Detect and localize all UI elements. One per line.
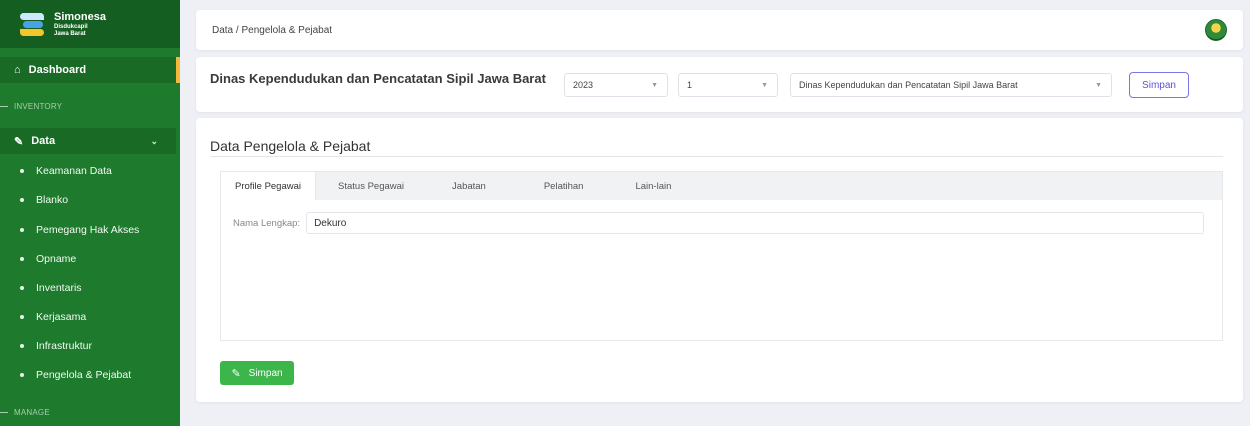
tab-status-pegawai[interactable]: Status Pegawai [324, 172, 418, 200]
sidebar-item-kerjasama[interactable]: Kerjasama [0, 306, 180, 328]
brand-logo-icon [20, 11, 46, 37]
brand[interactable]: Simonesa Disdukcapil Jawa Barat [0, 0, 180, 48]
agency-select[interactable]: Dinas Kependudukan dan Pencatatan Sipil … [790, 73, 1112, 97]
brand-subtitle-1: Disdukcapil [54, 23, 88, 30]
section-label-inventory: INVENTORY [0, 100, 62, 112]
sidebar-item-infrastruktur[interactable]: Infrastruktur [0, 335, 180, 357]
filter-save-button[interactable]: Simpan [1129, 72, 1189, 98]
bullet-icon [20, 169, 24, 173]
pencil-icon: ✎ [231, 367, 241, 380]
tab-lain-lain[interactable]: Lain-lain [621, 172, 685, 200]
section-label-manage: MANAGE [0, 406, 50, 418]
sidebar: Simonesa Disdukcapil Jawa Barat ⌂ Dashbo… [0, 0, 180, 426]
agency-title: Dinas Kependudukan dan Pencatatan Sipil … [210, 71, 546, 86]
tab-bar: Profile Pegawai Status Pegawai Jabatan P… [221, 172, 1222, 200]
save-button[interactable]: ✎ Simpan [220, 361, 294, 385]
sidebar-item-label: Dashboard [28, 64, 87, 76]
bullet-icon [20, 373, 24, 377]
sidebar-item-keamanan-data[interactable]: Keamanan Data [0, 160, 180, 182]
chevron-down-icon: ▼ [761, 82, 768, 89]
tab-container: Profile Pegawai Status Pegawai Jabatan P… [220, 171, 1223, 341]
bullet-icon [20, 257, 24, 261]
brand-subtitle-2: Jawa Barat [54, 30, 86, 37]
tab-jabatan[interactable]: Jabatan [438, 172, 500, 200]
tab-pelatihan[interactable]: Pelatihan [530, 172, 598, 200]
divider [210, 156, 1223, 157]
top-bar: Data / Pengelola & Pejabat [196, 10, 1243, 50]
chevron-down-icon: ⌄ [150, 135, 158, 146]
sidebar-item-label: Data [31, 135, 56, 147]
year-select[interactable]: 2023 ▼ [564, 73, 668, 97]
bullet-icon [20, 198, 24, 202]
active-indicator [176, 57, 180, 83]
content-card: Data Pengelola & Pejabat Profile Pegawai… [196, 118, 1243, 402]
chevron-down-icon: ▼ [1095, 82, 1102, 89]
nama-lengkap-label: Nama Lengkap: [233, 217, 301, 229]
period-select[interactable]: 1 ▼ [678, 73, 778, 97]
page-title: Data Pengelola & Pejabat [210, 138, 371, 154]
filter-bar: Dinas Kependudukan dan Pencatatan Sipil … [196, 57, 1243, 112]
chevron-down-icon: ▼ [651, 82, 658, 89]
tab-profile-pegawai[interactable]: Profile Pegawai [221, 172, 317, 200]
bullet-icon [20, 228, 24, 232]
nama-lengkap-input[interactable] [306, 212, 1205, 234]
sidebar-item-pengelola-pejabat[interactable]: Pengelola & Pejabat [0, 364, 180, 386]
home-icon: ⌂ [14, 64, 21, 76]
brand-title: Simonesa [54, 10, 106, 23]
edit-square-icon: ✎ [14, 135, 24, 148]
sidebar-item-inventaris[interactable]: Inventaris [0, 277, 180, 299]
sidebar-item-opname[interactable]: Opname [0, 248, 180, 270]
sidebar-item-dashboard[interactable]: ⌂ Dashboard [0, 57, 176, 83]
sidebar-item-blanko[interactable]: Blanko [0, 189, 180, 211]
bullet-icon [20, 344, 24, 348]
nama-lengkap-row: Nama Lengkap: [233, 212, 1205, 234]
bullet-icon [20, 286, 24, 290]
bullet-icon [20, 315, 24, 319]
sidebar-item-pemegang-hak-akses[interactable]: Pemegang Hak Akses [0, 219, 180, 241]
breadcrumb[interactable]: Data / Pengelola & Pejabat [212, 25, 332, 36]
sidebar-item-data[interactable]: ✎ Data ⌄ [0, 128, 176, 154]
avatar[interactable] [1205, 19, 1227, 41]
